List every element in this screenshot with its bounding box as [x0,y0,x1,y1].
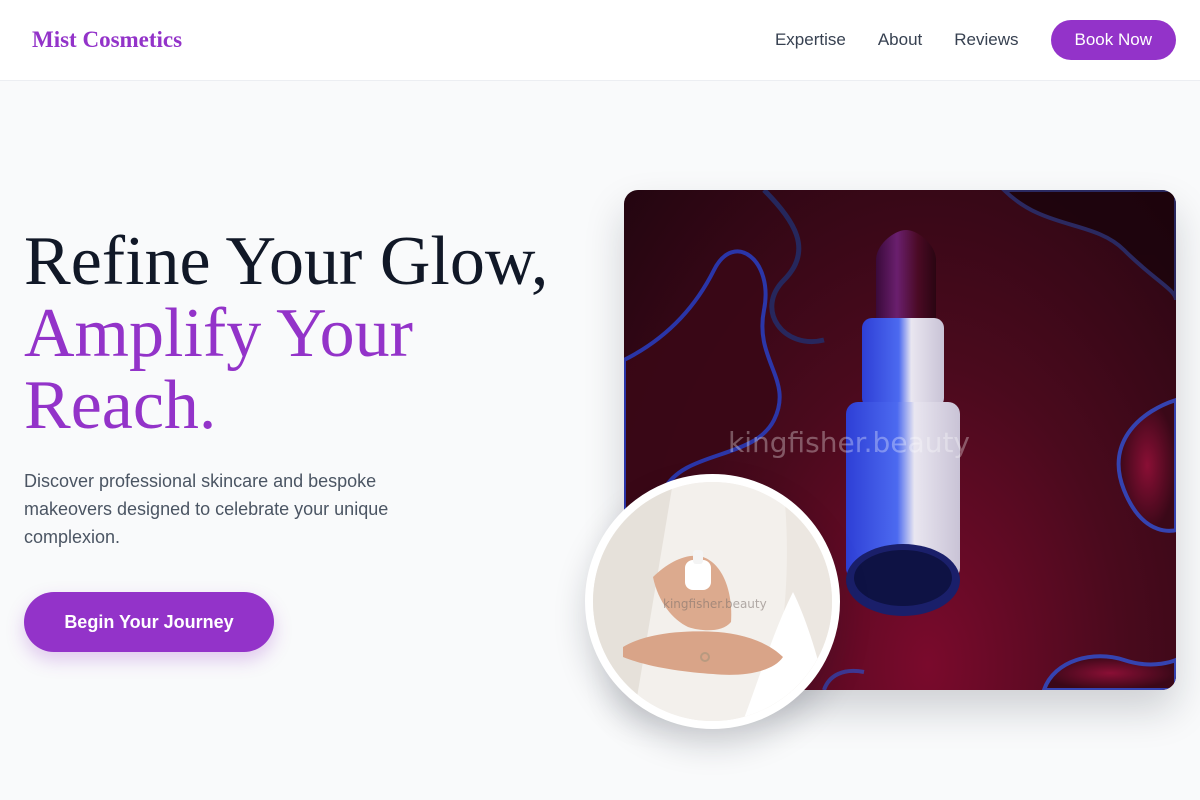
book-now-button[interactable]: Book Now [1050,20,1176,60]
image-watermark: kingfisher.beauty [728,426,971,459]
circle-image-watermark: kingfisher.beauty [663,597,767,611]
skincare-hands-image: kingfisher.beauty [585,474,840,729]
hero-description: Discover professional skincare and bespo… [24,471,389,547]
nav-link-expertise[interactable]: Expertise [775,20,846,60]
hero-title-line-2: Amplify Your Reach. [24,295,413,444]
brand-logo[interactable]: Mist Cosmetics [32,25,182,55]
main-nav: Expertise About Reviews Book Now [775,20,1176,60]
nav-link-about[interactable]: About [878,20,922,60]
nav-link-reviews[interactable]: Reviews [954,20,1018,60]
hero-title: Refine Your Glow, Amplify Your Reach. [24,226,604,442]
hero-title-line-1: Refine Your Glow, [24,223,549,300]
site-header: Mist Cosmetics Expertise About Reviews B… [0,0,1200,81]
begin-journey-button[interactable]: Begin Your Journey [24,592,274,652]
